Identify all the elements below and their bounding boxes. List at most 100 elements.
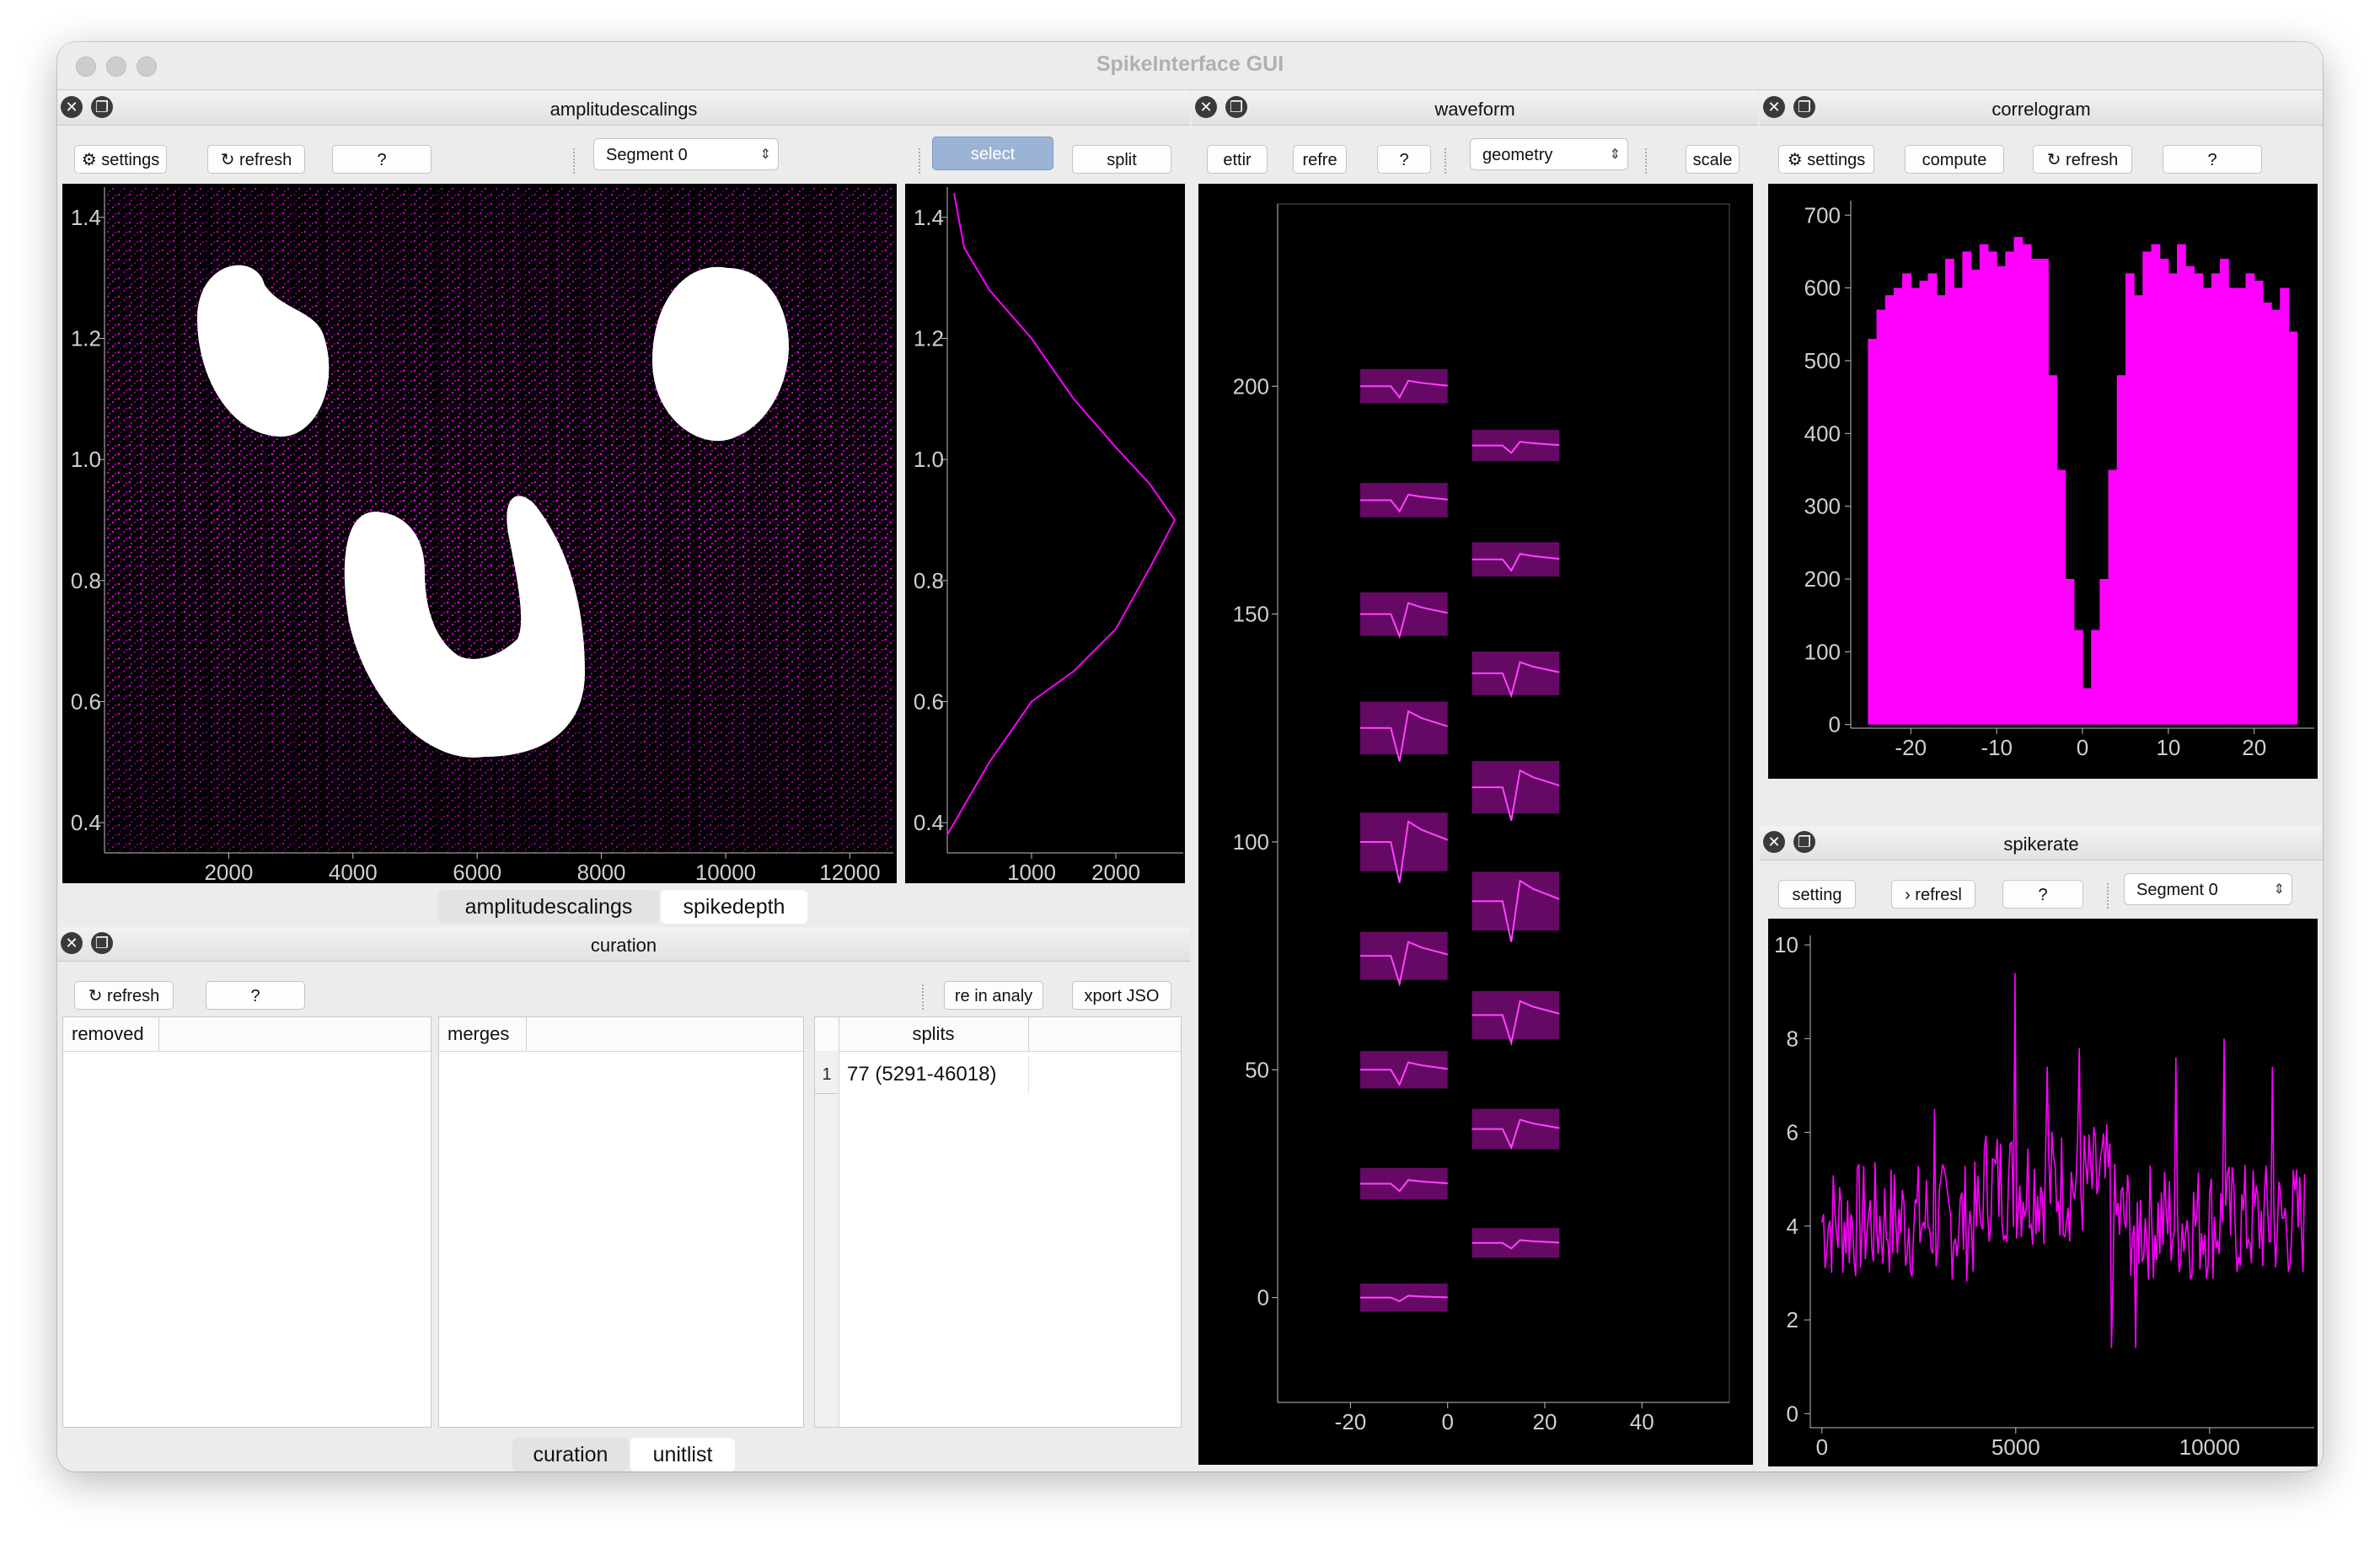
refresh-button[interactable]: ↻ refresh <box>2033 145 2132 174</box>
correlogram-bar <box>2271 309 2281 725</box>
segment-label: Segment 0 <box>606 146 688 164</box>
x-tick-label: 20 <box>1533 1409 1557 1434</box>
amplitude-histogram-plot[interactable]: 1000 2000 1.4 1.2 1.0 0.8 0.6 0.4 <box>905 184 1185 885</box>
correlogram-bar <box>2228 287 2238 725</box>
amplitude-scatter-plot[interactable]: 2000 4000 6000 8000 10000 12000 1.4 1.2 1.0 0.8 0… <box>62 184 897 885</box>
toolbar-separator <box>573 148 575 174</box>
row-number-header <box>815 1017 839 1051</box>
help-button[interactable]: ? <box>2002 880 2083 909</box>
correlogram-dock: ✕ ❐ correlogram ⚙ settings compute ↻ ref… <box>1760 91 2323 824</box>
correlogram-bar <box>2099 578 2109 725</box>
refresh-button[interactable]: ↻ refresh <box>207 145 305 174</box>
correlogram-bar <box>2125 273 2135 725</box>
x-tick-label: 2000 <box>1091 860 1140 883</box>
y-tick-label: 600 <box>1804 276 1841 301</box>
correlogram-bar <box>2005 251 2015 725</box>
title-bar: SpikeInterface GUI <box>57 42 2323 90</box>
tab-curation[interactable]: curation <box>512 1438 629 1472</box>
y-tick-label: 4 <box>1787 1214 1798 1239</box>
tab-amplitudescalings[interactable]: amplitudescalings <box>438 890 659 924</box>
correlogram-bar <box>1884 295 1895 725</box>
correlogram-bar <box>2134 295 2143 725</box>
x-tick-label: -20 <box>1895 735 1927 760</box>
y-tick-label: 200 <box>1233 373 1269 399</box>
scale-button[interactable]: scale <box>1686 145 1739 174</box>
segment-select[interactable]: Segment 0 ⇕ <box>593 138 779 170</box>
x-tick-label: 0 <box>1441 1409 1453 1434</box>
refresh-button[interactable]: › refresl <box>1891 880 1975 909</box>
correlogram-bar <box>2151 244 2161 725</box>
refresh-button[interactable]: ↻ refresh <box>74 981 174 1010</box>
compute-button[interactable]: compute <box>1905 145 2004 174</box>
mode-label: geometry <box>1482 146 1553 164</box>
correlogram-bar <box>2030 259 2040 725</box>
correlogram-bar <box>1927 273 1938 725</box>
help-button[interactable]: ? <box>332 145 432 174</box>
toolbar-separator <box>2107 883 2109 909</box>
y-tick-label: 1.2 <box>71 326 101 351</box>
correlogram-bar <box>1868 339 1878 725</box>
correlogram-bar <box>2073 630 2083 725</box>
waveform-plot[interactable]: -20 0 20 40 200 150 100 50 0 <box>1198 184 1753 1465</box>
y-tick-label: 1.0 <box>914 447 944 472</box>
correlogram-bar <box>2159 259 2169 725</box>
histogram-line <box>946 193 1177 836</box>
y-tick-label: 700 <box>1804 202 1841 228</box>
spikerate-plot[interactable]: 0 5000 10000 10 8 6 4 2 0 <box>1768 919 2318 1466</box>
correlogram-bar <box>1970 270 1981 725</box>
save-in-analyzer-button[interactable]: re in analy <box>944 981 1043 1010</box>
correlogram-bar <box>2040 259 2049 725</box>
y-tick-label: 1.4 <box>914 205 944 230</box>
splits-column-header[interactable]: splits <box>839 1017 1029 1051</box>
correlogram-bar <box>2177 244 2186 725</box>
toolbar-separator <box>919 148 920 174</box>
correlogram-bar <box>1893 287 1903 725</box>
y-tick-label: 0 <box>1829 712 1841 737</box>
correlogram-bar <box>2245 273 2255 725</box>
select-button[interactable]: select <box>932 137 1053 170</box>
settings-button[interactable]: ⚙ settings <box>74 145 167 174</box>
export-json-button[interactable]: xport JSO <box>1072 981 1171 1010</box>
x-tick-label: 5000 <box>1991 1434 2040 1460</box>
split-entry[interactable]: 77 (5291-46018) <box>839 1056 1029 1093</box>
y-tick-label: 100 <box>1804 639 1841 664</box>
x-ticks: 1000 2000 <box>1007 853 1140 885</box>
split-button[interactable]: split <box>1072 145 1171 174</box>
help-button[interactable]: ? <box>1377 145 1431 174</box>
correlogram-bar <box>1902 273 1911 725</box>
tab-spikedepth[interactable]: spikedepth <box>661 890 807 924</box>
waveform-mode-select[interactable]: geometry ⇕ <box>1470 138 1628 170</box>
settings-button[interactable]: setting <box>1778 880 1856 909</box>
y-tick-label: 0 <box>1787 1401 1798 1426</box>
y-ticks: 700 600 500 400 300 200 100 0 <box>1804 202 1851 737</box>
correlogram-bar <box>2168 273 2178 725</box>
correlogram-bar <box>1936 295 1946 725</box>
merges-list[interactable]: merges <box>438 1016 804 1428</box>
removed-list[interactable]: removed <box>62 1016 432 1428</box>
app-window: SpikeInterface GUI ✕ ❐ amplitudescalings… <box>57 42 2323 1472</box>
y-tick-label: 400 <box>1804 421 1841 446</box>
splits-list[interactable]: splits 1 77 (5291-46018) <box>814 1016 1182 1428</box>
x-tick-label: 10 <box>2156 735 2180 760</box>
x-tick-label: 40 <box>1630 1409 1654 1434</box>
tab-unitlist[interactable]: unitlist <box>630 1438 735 1472</box>
y-tick-label: 10 <box>1774 932 1798 957</box>
segment-select[interactable]: Segment 0 ⇕ <box>2124 873 2292 905</box>
correlogram-plot[interactable]: -20 -10 0 10 20 700 600 500 400 300 200 100 0 <box>1768 184 2318 779</box>
removed-column-header[interactable]: removed <box>63 1017 159 1051</box>
settings-button[interactable]: ettir <box>1207 145 1268 174</box>
refresh-button[interactable]: refre <box>1293 145 1347 174</box>
bottom-tabbar: curation unitlist <box>512 1438 735 1472</box>
spikerate-dock: ✕ ❐ spikerate setting › refresl ? Segmen… <box>1760 826 2323 1472</box>
correlogram-bar <box>2237 287 2247 725</box>
help-button[interactable]: ? <box>206 981 305 1010</box>
y-tick-label: 0.4 <box>914 810 944 835</box>
correlogram-bar <box>1979 244 1989 725</box>
merges-column-header[interactable]: merges <box>439 1017 527 1051</box>
settings-button[interactable]: ⚙ settings <box>1778 145 1874 174</box>
y-tick-label: 2 <box>1787 1307 1798 1332</box>
y-tick-label: 0.6 <box>914 689 944 714</box>
help-button[interactable]: ? <box>2163 145 2262 174</box>
chevron-updown-icon: ⇕ <box>2273 882 2285 897</box>
y-ticks: 10 8 6 4 2 0 <box>1774 932 1810 1426</box>
